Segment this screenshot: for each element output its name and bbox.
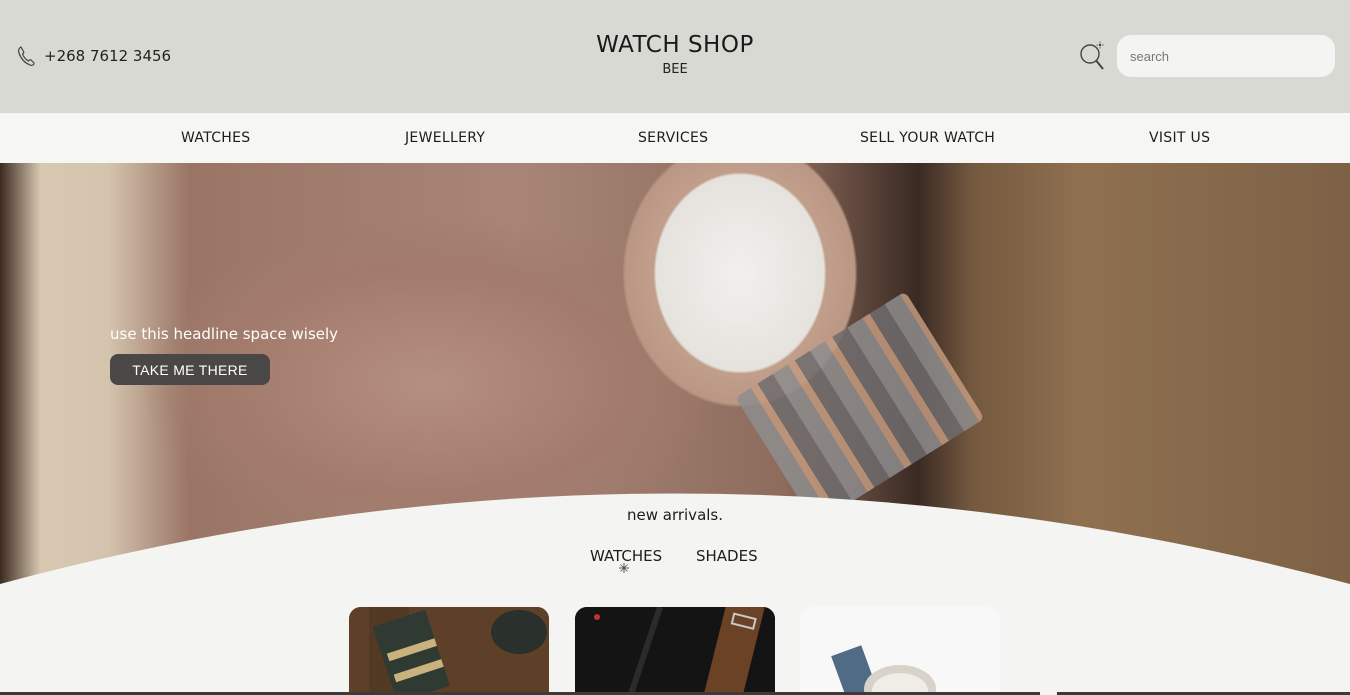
hero-headline: use this headline space wisely <box>110 325 339 343</box>
nav-item-watches[interactable]: WATCHES <box>181 130 250 146</box>
product-card[interactable] <box>800 607 1000 695</box>
nato-strap-watch-image <box>349 607 549 695</box>
nav-item-sell-your-watch[interactable]: SELL YOUR WATCH <box>860 130 995 146</box>
search-input[interactable] <box>1117 35 1335 77</box>
nav-item-jewellery[interactable]: JEWELLERY <box>405 130 485 146</box>
search-icon[interactable] <box>1078 41 1106 71</box>
active-tab-sparkle-icon <box>619 563 629 573</box>
product-card[interactable] <box>575 607 775 695</box>
leather-strap-watch-image <box>575 607 775 695</box>
site-header: +268 7612 3456 WATCH SHOP BEE <box>0 0 1350 113</box>
main-nav: WATCHES JEWELLERY SERVICES SELL YOUR WAT… <box>0 113 1350 163</box>
product-card[interactable] <box>349 607 549 695</box>
blue-strap-watch-image <box>800 607 1000 695</box>
tab-shades[interactable]: SHADES <box>696 547 758 565</box>
take-me-there-button[interactable]: TAKE ME THERE <box>110 354 270 385</box>
nav-item-services[interactable]: SERVICES <box>638 130 708 146</box>
new-arrivals-title: new arrivals. <box>626 506 724 524</box>
nav-item-visit-us[interactable]: VISIT US <box>1149 130 1210 146</box>
